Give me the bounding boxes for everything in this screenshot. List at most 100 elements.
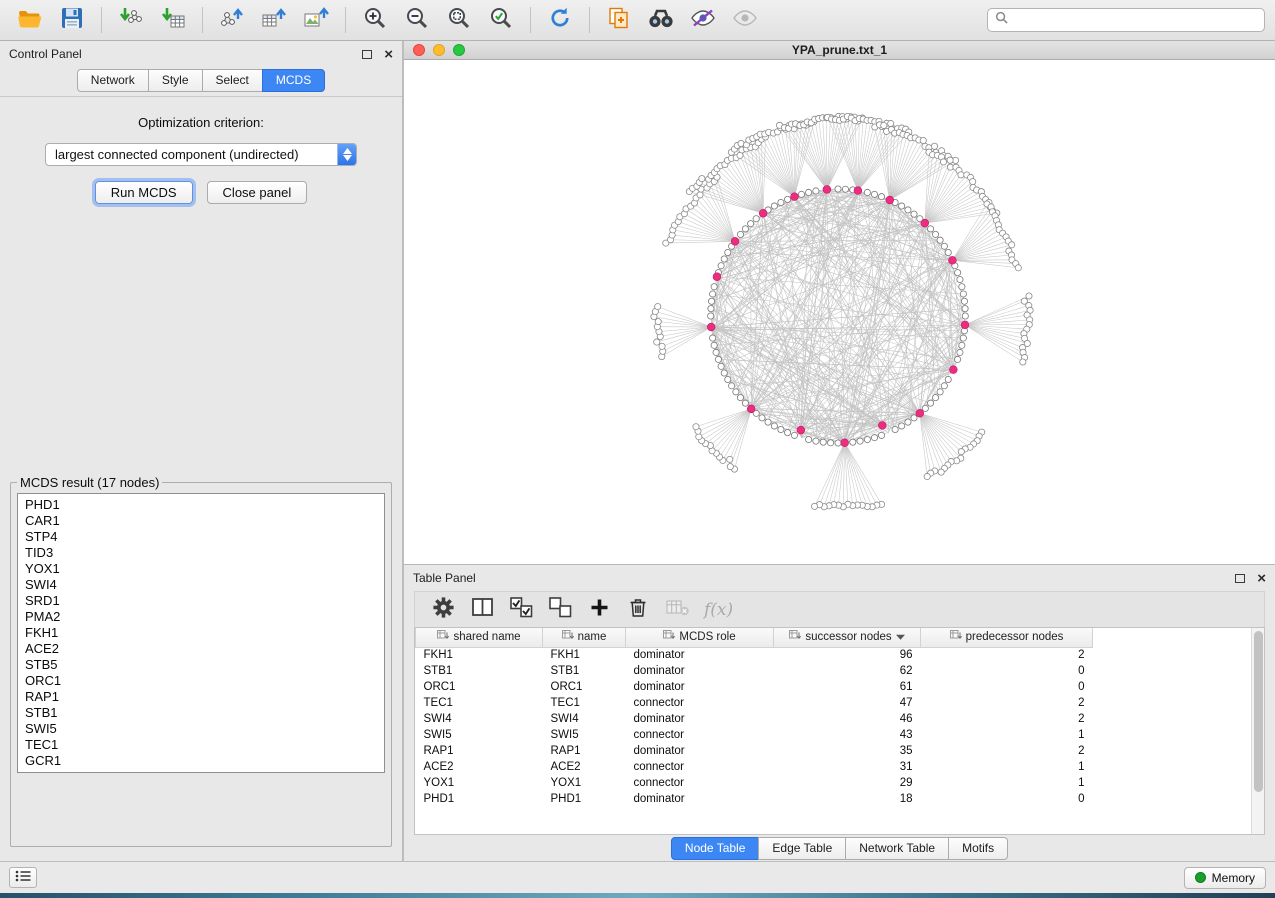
mcds-result-item[interactable]: RAP1 — [18, 689, 384, 705]
float-table-panel-button[interactable] — [1235, 574, 1245, 583]
column-header-mcds-role[interactable]: MCDS role — [626, 628, 774, 647]
column-header-label: MCDS role — [679, 631, 735, 643]
mcds-result-list[interactable]: PHD1CAR1STP4TID3YOX1SWI4SRD1PMA2FKH1ACE2… — [17, 493, 385, 773]
mcds-result-item[interactable]: YOX1 — [18, 561, 384, 577]
window-minimize-button[interactable] — [433, 44, 445, 56]
table-cell: 46 — [774, 711, 921, 727]
mcds-result-item[interactable]: FKH1 — [18, 625, 384, 641]
mcds-result-item[interactable]: TID3 — [18, 545, 384, 561]
table-row[interactable]: YOX1YOX1connector291 — [416, 775, 1093, 791]
search-input[interactable] — [1013, 12, 1257, 28]
mcds-result-item[interactable]: ORC1 — [18, 673, 384, 689]
mcds-result-item[interactable]: CAR1 — [18, 513, 384, 529]
table-cell: 18 — [774, 791, 921, 807]
mcds-result-item[interactable]: TEC1 — [18, 737, 384, 753]
network-graph[interactable] — [404, 60, 1275, 564]
tab-mcds[interactable]: MCDS — [262, 69, 325, 92]
list-icon — [15, 869, 31, 887]
search-box[interactable] — [987, 8, 1265, 32]
deselect-all-rows-button[interactable] — [548, 597, 572, 623]
table-tab-network-table[interactable]: Network Table — [845, 837, 949, 860]
mcds-result-item[interactable]: PMA2 — [18, 609, 384, 625]
mcds-result-item[interactable]: SWI5 — [18, 721, 384, 737]
mcds-result-item[interactable]: STP4 — [18, 529, 384, 545]
export-network-button[interactable] — [212, 4, 252, 36]
table-row[interactable]: ORC1ORC1dominator610 — [416, 679, 1093, 695]
table-row[interactable]: RAP1RAP1dominator352 — [416, 743, 1093, 759]
mcds-result-item[interactable]: GCR1 — [18, 753, 384, 769]
table-row[interactable]: ACE2ACE2connector311 — [416, 759, 1093, 775]
sort-icon — [789, 630, 801, 644]
import-table-from-file-button[interactable] — [153, 4, 193, 36]
export-table-button[interactable] — [254, 4, 294, 36]
new-network-from-selection-button[interactable] — [599, 4, 639, 36]
column-header-name[interactable]: name — [543, 628, 626, 647]
scrollbar-thumb[interactable] — [1254, 631, 1263, 792]
zoom-selected-region-button[interactable] — [481, 4, 521, 36]
table-row[interactable]: PHD1PHD1dominator180 — [416, 791, 1093, 807]
close-panel-button[interactable]: × — [384, 47, 393, 62]
zoom-out-button[interactable] — [397, 4, 437, 36]
show-all-button[interactable] — [725, 4, 765, 36]
mcds-result-item[interactable]: SRD1 — [18, 593, 384, 609]
mcds-result-item[interactable]: PHD1 — [18, 497, 384, 513]
clone-network-icon — [607, 6, 631, 35]
table-settings-button[interactable] — [431, 597, 455, 623]
gear-icon — [433, 597, 454, 623]
column-header-predecessor-nodes[interactable]: predecessor nodes — [921, 628, 1093, 647]
tab-style[interactable]: Style — [148, 69, 203, 92]
table-row[interactable]: TEC1TEC1connector472 — [416, 695, 1093, 711]
zoom-in-button[interactable] — [355, 4, 395, 36]
mcds-result-item[interactable]: ACE2 — [18, 641, 384, 657]
table-tab-bar: Node TableEdge TableNetwork TableMotifs — [404, 835, 1275, 861]
table-row[interactable]: STB1STB1dominator620 — [416, 663, 1093, 679]
table-row[interactable]: SWI4SWI4dominator462 — [416, 711, 1093, 727]
show-panels-button[interactable] — [9, 867, 37, 888]
window-close-button[interactable] — [413, 44, 425, 56]
open-file-button[interactable] — [10, 4, 50, 36]
show-columns-button[interactable] — [470, 597, 494, 623]
table-cell: 0 — [921, 791, 1093, 807]
apply-layout-button[interactable] — [540, 4, 580, 36]
table-tab-node-table[interactable]: Node Table — [671, 837, 760, 860]
table-tab-edge-table[interactable]: Edge Table — [758, 837, 846, 860]
close-table-panel-button[interactable]: × — [1257, 571, 1266, 586]
network-canvas[interactable] — [404, 60, 1275, 564]
first-neighbors-button[interactable] — [641, 4, 681, 36]
hide-selected-button[interactable] — [683, 4, 723, 36]
delete-column-button[interactable] — [626, 597, 650, 623]
chevron-down-icon[interactable] — [896, 631, 905, 643]
export-image-button[interactable] — [296, 4, 336, 36]
zoom-out-icon — [405, 6, 429, 35]
table-row[interactable]: FKH1FKH1dominator962 — [416, 647, 1093, 663]
mcds-result-item[interactable]: SWI4 — [18, 577, 384, 593]
run-mcds-button[interactable]: Run MCDS — [95, 181, 193, 204]
float-panel-button[interactable] — [362, 50, 372, 59]
table-row[interactable]: SWI5SWI5connector431 — [416, 727, 1093, 743]
delete-table-button[interactable] — [665, 597, 689, 623]
table-panel-title: Table Panel — [413, 571, 1235, 585]
sort-icon — [950, 630, 962, 644]
import-network-from-file-button[interactable] — [111, 4, 151, 36]
mcds-result-item[interactable]: STB5 — [18, 657, 384, 673]
add-column-button[interactable] — [587, 597, 611, 623]
column-header-shared-name[interactable]: shared name — [416, 628, 543, 647]
table-tab-motifs[interactable]: Motifs — [948, 837, 1008, 860]
table-cell: 0 — [921, 679, 1093, 695]
close-panel-button-2[interactable]: Close panel — [207, 181, 308, 204]
zoom-fit-content-button[interactable] — [439, 4, 479, 36]
tab-network[interactable]: Network — [77, 69, 149, 92]
column-header-successor-nodes[interactable]: successor nodes — [774, 628, 921, 647]
mcds-result-item[interactable]: STB1 — [18, 705, 384, 721]
window-zoom-button[interactable] — [453, 44, 465, 56]
save-session-button[interactable] — [52, 4, 92, 36]
table-cell: STB1 — [416, 663, 543, 679]
tab-select[interactable]: Select — [202, 69, 263, 92]
function-builder-button[interactable]: f(x) — [704, 597, 733, 623]
optimization-criterion-select[interactable]: largest connected component (undirected) — [45, 143, 357, 166]
table-cell: FKH1 — [543, 647, 626, 663]
memory-button[interactable]: Memory — [1184, 867, 1266, 889]
select-all-rows-button[interactable] — [509, 597, 533, 623]
table-cell: 61 — [774, 679, 921, 695]
table-scrollbar[interactable] — [1251, 628, 1264, 834]
